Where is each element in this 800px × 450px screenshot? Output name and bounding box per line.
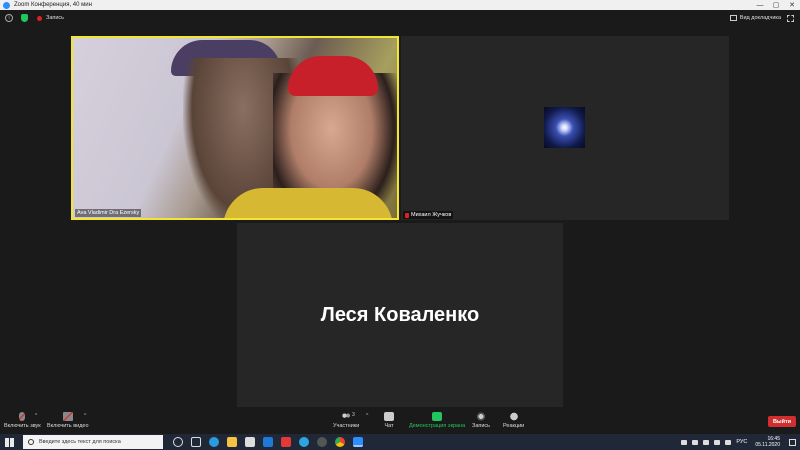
minimize-button[interactable]: —: [752, 0, 768, 10]
search-icon: [28, 439, 34, 445]
zoom-taskbar-icon[interactable]: [353, 437, 363, 447]
video-frame-element: [223, 188, 393, 218]
participants-button[interactable]: Участники: [333, 412, 359, 429]
telegram-icon[interactable]: [299, 437, 309, 447]
video-tile-active-speaker[interactable]: Ava Vladimir Dra Ezersky: [71, 36, 399, 220]
emoji-reaction-icon: [508, 412, 519, 421]
participants-label: Участники: [333, 423, 360, 429]
chat-icon: [384, 412, 394, 421]
audio-options-chevron-icon[interactable]: ^: [35, 413, 37, 419]
start-video-label: Включить видео: [47, 423, 89, 429]
video-options-chevron-icon[interactable]: ^: [84, 413, 86, 419]
network-icon[interactable]: [714, 439, 721, 445]
video-tile-participant[interactable]: Михаил Жучков: [401, 36, 729, 220]
edge-browser-icon[interactable]: [209, 437, 219, 447]
yandex-browser-icon[interactable]: [281, 437, 291, 447]
cortana-icon[interactable]: [173, 437, 183, 447]
video-tile-participant[interactable]: Леся Коваленко: [237, 223, 563, 407]
view-mode-button[interactable]: Вид докладчика: [729, 15, 781, 21]
title-bar: Zoom Конференция, 40 мин — ▢ ✕: [0, 0, 800, 10]
mail-icon[interactable]: [263, 437, 273, 447]
zoom-logo-icon: [3, 1, 10, 9]
meeting-top-bar: i Запись Вид докладчика: [0, 10, 800, 26]
start-video-button[interactable]: Включить видео: [47, 412, 89, 429]
share-screen-icon: [432, 412, 443, 421]
participant-name: Ava Vladimir Dra Ezersky: [77, 210, 140, 216]
video-frame-element: [288, 56, 378, 96]
close-button[interactable]: ✕: [784, 0, 800, 10]
grid-icon: [729, 15, 737, 21]
meeting-toolbar: Включить звук ^ Включить видео ^ Участни…: [0, 409, 800, 434]
fullscreen-icon[interactable]: [787, 14, 794, 22]
notifications-icon[interactable]: [789, 438, 796, 446]
input-language[interactable]: РУС: [736, 439, 747, 445]
participants-icon: [341, 412, 352, 421]
microphone-muted-icon: [405, 212, 409, 218]
record-button[interactable]: Запись: [472, 412, 490, 429]
camera-off-icon: [62, 412, 73, 421]
record-label: Запись: [472, 423, 491, 429]
participant-name: Михаил Жучков: [411, 212, 452, 218]
task-view-icon[interactable]: [191, 437, 201, 447]
cloud-icon[interactable]: [692, 439, 699, 445]
participants-options-chevron-icon[interactable]: ^: [366, 413, 368, 419]
view-mode-label: Вид докладчика: [739, 15, 781, 21]
taskbar-search-placeholder: Введите здесь текст для поиска: [39, 439, 121, 445]
system-tray: РУС 16:45 05.11.2020: [681, 436, 796, 448]
store-icon[interactable]: [245, 437, 255, 447]
media-app-icon[interactable]: [317, 437, 327, 447]
file-explorer-icon[interactable]: [227, 437, 237, 447]
leave-meeting-button[interactable]: Выйти: [768, 416, 796, 427]
show-hidden-icons-chevron-icon[interactable]: [681, 439, 688, 445]
taskbar-apps: [173, 437, 363, 447]
chat-label: Чат: [384, 423, 394, 429]
windows-taskbar: Введите здесь текст для поиска РУС 16:45: [0, 434, 800, 450]
share-screen-label: Демонстрация экрана: [409, 423, 466, 429]
recording-dot-icon: [37, 15, 42, 21]
volume-icon[interactable]: [725, 439, 732, 445]
windows-start-icon[interactable]: [5, 437, 14, 447]
chrome-icon[interactable]: [335, 437, 345, 447]
record-icon: [476, 412, 487, 421]
taskbar-search-box[interactable]: Введите здесь текст для поиска: [23, 435, 163, 449]
participant-name-tag: Ava Vladimir Dra Ezersky: [75, 209, 142, 217]
reactions-label: Реакции: [503, 423, 525, 429]
participant-display-name: Леся Коваленко: [320, 303, 480, 326]
maximize-button[interactable]: ▢: [768, 0, 784, 10]
clock-date: 05.11.2020: [755, 442, 780, 448]
participant-name-tag: Михаил Жучков: [403, 211, 454, 219]
battery-icon[interactable]: [703, 439, 710, 445]
share-screen-button[interactable]: Демонстрация экрана: [409, 412, 465, 429]
avatar: [544, 107, 585, 148]
taskbar-clock[interactable]: 16:45 05.11.2020: [755, 436, 780, 448]
info-icon[interactable]: i: [5, 14, 13, 22]
recording-label: Запись: [46, 15, 65, 21]
unmute-label: Включить звук: [4, 423, 41, 429]
zoom-window: Zoom Конференция, 40 мин — ▢ ✕ i Запись …: [0, 0, 800, 450]
microphone-muted-icon: [19, 412, 26, 421]
reactions-button[interactable]: Реакции: [503, 412, 524, 429]
chat-button[interactable]: Чат: [384, 412, 394, 429]
security-shield-icon[interactable]: [21, 14, 28, 22]
participants-count: 3: [352, 412, 355, 418]
window-controls: — ▢ ✕: [752, 0, 800, 10]
window-title: Zoom Конференция, 40 мин: [14, 2, 92, 8]
